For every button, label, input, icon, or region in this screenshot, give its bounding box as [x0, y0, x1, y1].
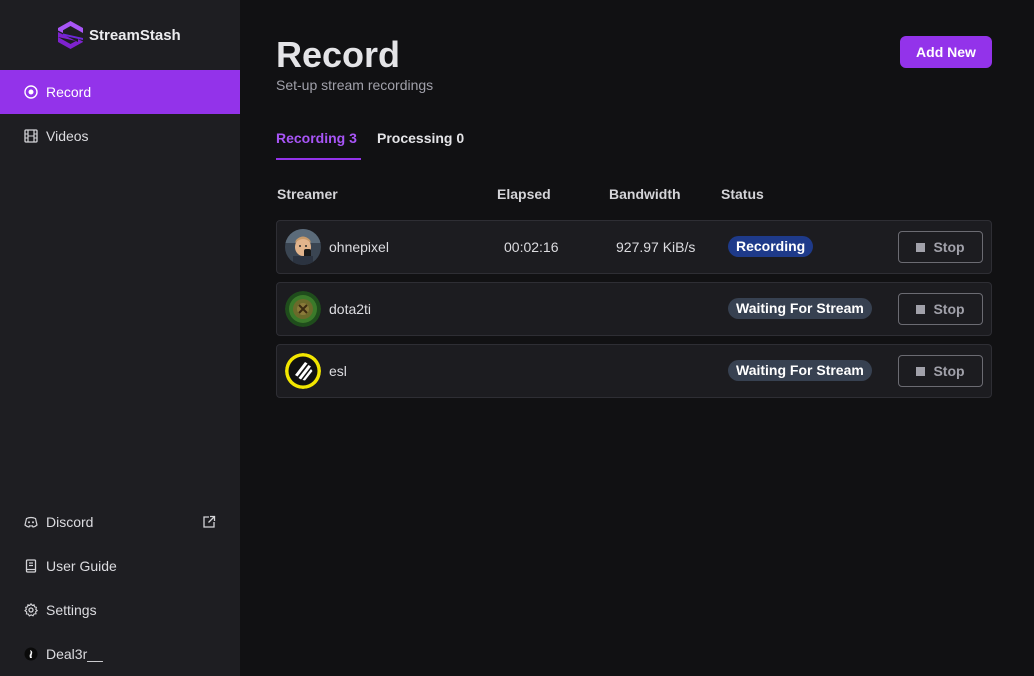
- sidebar-item-label: Settings: [46, 602, 97, 618]
- streamer-avatar[interactable]: [285, 291, 321, 327]
- sidebar-item-videos[interactable]: Videos: [0, 114, 240, 158]
- sidebar-item-record[interactable]: Record: [0, 70, 240, 114]
- stop-icon: [916, 242, 926, 252]
- streamer-avatar[interactable]: [285, 229, 321, 265]
- stop-button-label: Stop: [933, 239, 965, 255]
- brand[interactable]: StreamStash: [58, 20, 181, 50]
- column-header-elapsed[interactable]: Elapsed: [497, 186, 551, 202]
- stop-button[interactable]: Stop: [898, 355, 983, 387]
- status-badge: Recording: [728, 236, 814, 257]
- stop-button-label: Stop: [933, 301, 965, 317]
- record-icon: [24, 85, 38, 99]
- column-header-bandwidth[interactable]: Bandwidth: [609, 186, 681, 202]
- sidebar-item-settings[interactable]: Settings: [0, 588, 240, 632]
- sidebar-item-user[interactable]: Deal3r__: [0, 632, 240, 676]
- bandwidth-value: 927.97 KiB/s: [616, 239, 696, 255]
- sidebar-item-label: Record: [46, 84, 92, 100]
- stop-icon: [916, 304, 926, 314]
- sidebar-item-label: Videos: [46, 128, 89, 144]
- gear-icon: [24, 603, 38, 617]
- app-window: StreamStash Record Videos Discord User G…: [0, 0, 1034, 676]
- table-row: esl Waiting For Stream Stop: [276, 344, 992, 398]
- table-row: dota2ti Waiting For Stream Stop: [276, 282, 992, 336]
- tab-processing[interactable]: Processing 0: [377, 130, 464, 160]
- table-row: ohnepixel 00:02:16 927.97 KiB/s Recordin…: [276, 220, 992, 274]
- film-icon: [24, 129, 38, 143]
- tab-recording[interactable]: Recording 3: [276, 130, 361, 160]
- stop-button[interactable]: Stop: [898, 231, 983, 263]
- stop-button[interactable]: Stop: [898, 293, 983, 325]
- add-new-button[interactable]: Add New: [900, 36, 992, 68]
- streamstash-logo-icon: [58, 21, 83, 49]
- sidebar-item-label: Discord: [46, 514, 94, 530]
- book-icon: [24, 559, 38, 573]
- page-title: Record: [276, 34, 401, 75]
- sidebar: StreamStash Record Videos Discord User G…: [0, 0, 240, 676]
- status-badge: Waiting For Stream: [728, 298, 872, 319]
- sidebar-item-discord[interactable]: Discord: [0, 500, 240, 544]
- external-link-icon: [203, 515, 216, 528]
- column-header-status[interactable]: Status: [721, 186, 764, 202]
- sidebar-item-label: Deal3r__: [46, 646, 103, 662]
- column-header-streamer[interactable]: Streamer: [277, 186, 338, 202]
- streamer-name[interactable]: ohnepixel: [329, 239, 389, 255]
- brand-name: StreamStash: [89, 26, 181, 44]
- streamer-avatar[interactable]: [285, 353, 321, 389]
- page-subtitle: Set-up stream recordings: [276, 77, 434, 93]
- stop-button-label: Stop: [933, 363, 965, 379]
- elapsed-time: 00:02:16: [504, 239, 559, 255]
- status-badge: Waiting For Stream: [728, 360, 872, 381]
- sidebar-item-label: User Guide: [46, 558, 117, 574]
- streamer-name[interactable]: esl: [329, 363, 347, 379]
- streamer-name[interactable]: dota2ti: [329, 301, 371, 317]
- sidebar-item-user-guide[interactable]: User Guide: [0, 544, 240, 588]
- user-avatar-icon: [24, 647, 38, 661]
- discord-icon: [24, 515, 38, 529]
- stop-icon: [916, 366, 926, 376]
